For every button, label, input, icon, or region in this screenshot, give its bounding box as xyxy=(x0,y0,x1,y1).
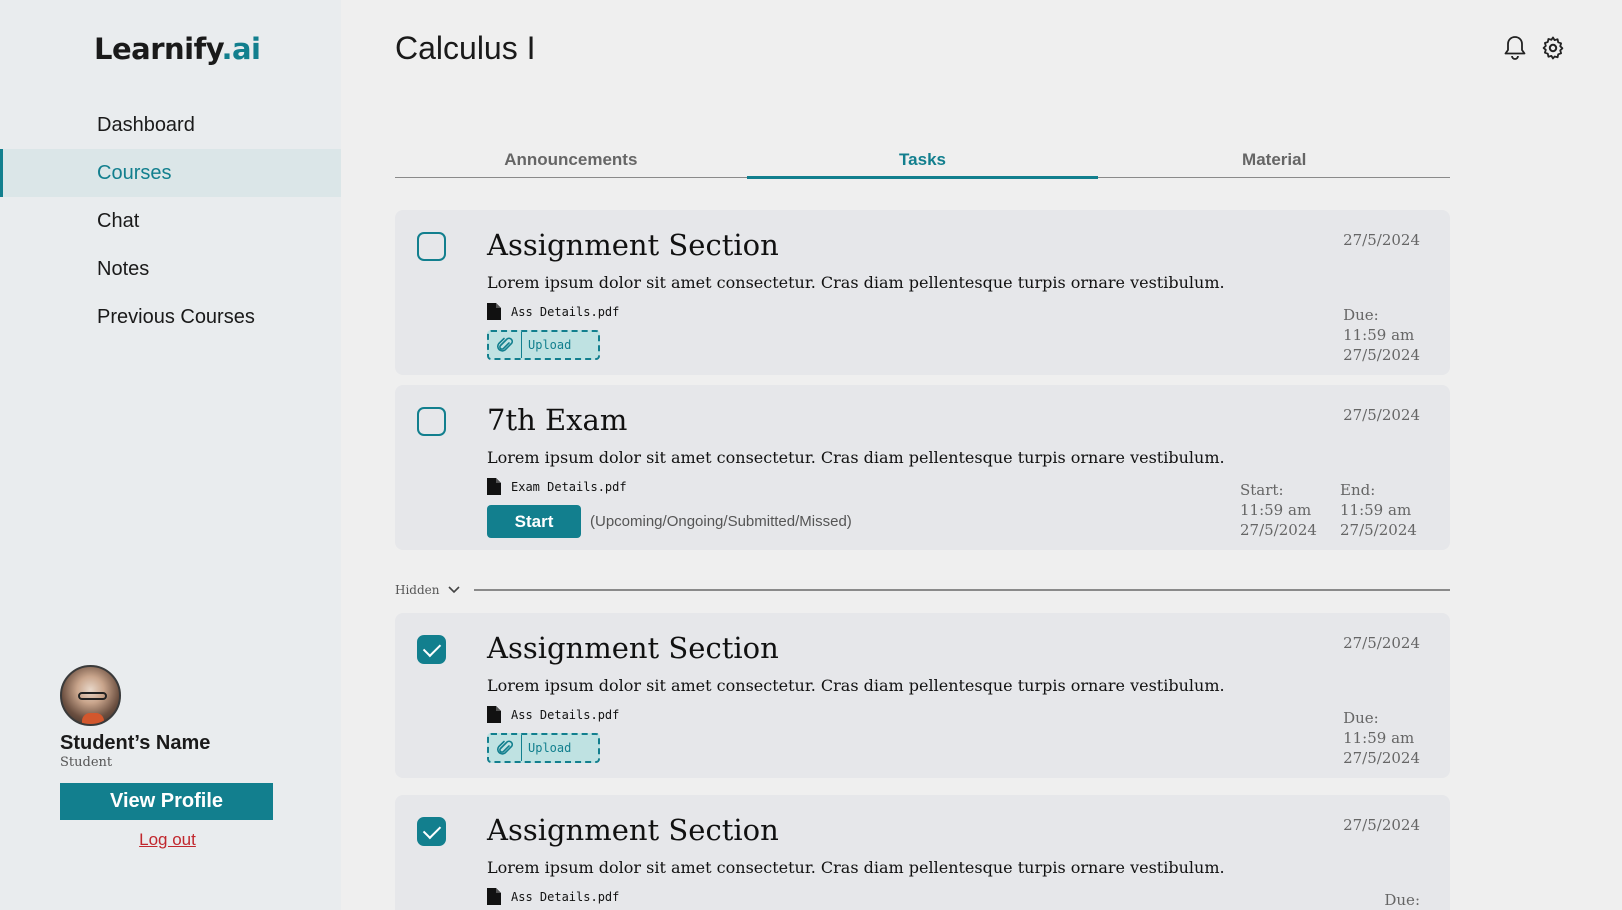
task-checkbox[interactable] xyxy=(417,817,446,846)
due-label: Due: xyxy=(1384,891,1420,909)
sidebar-item-dashboard[interactable]: Dashboard xyxy=(0,101,341,149)
file-name: Exam Details.pdf xyxy=(511,479,627,494)
task-description: Lorem ipsum dolor sit amet consectetur. … xyxy=(487,448,1225,467)
file-name: Ass Details.pdf xyxy=(511,889,620,904)
header-icons xyxy=(1502,35,1566,61)
divider xyxy=(473,589,1450,591)
task-title: 7th Exam xyxy=(487,403,628,437)
file-icon xyxy=(487,478,501,495)
due-date: 27/5/2024 xyxy=(1343,749,1420,767)
logo-name: Learnify xyxy=(94,32,222,66)
hidden-label: Hidden xyxy=(395,583,440,597)
upload-label: Upload xyxy=(528,338,572,352)
upload-label: Upload xyxy=(528,741,572,755)
task-date: 27/5/2024 xyxy=(1343,634,1420,652)
view-profile-button[interactable]: View Profile xyxy=(60,783,273,820)
logout-link[interactable]: Log out xyxy=(60,830,275,850)
task-file[interactable]: Ass Details.pdf xyxy=(487,706,619,723)
task-card: Assignment Section Lorem ipsum dolor sit… xyxy=(395,795,1450,910)
paperclip-icon xyxy=(489,735,522,761)
task-date: 27/5/2024 xyxy=(1343,406,1420,424)
start-info: Start: 11:59 am 27/5/2024 xyxy=(1240,480,1317,540)
hidden-toggle[interactable]: Hidden xyxy=(395,580,1450,600)
file-icon xyxy=(487,303,501,320)
page-title: Calculus I xyxy=(395,30,536,66)
sidebar-item-notes[interactable]: Notes xyxy=(0,245,341,293)
chevron-down-icon xyxy=(447,581,460,599)
due-date: 27/5/2024 xyxy=(1343,346,1420,364)
due-info: Due: 11:59 am 27/5/2024 xyxy=(1343,305,1420,365)
start-heading: Start: xyxy=(1240,481,1284,499)
task-file[interactable]: Exam Details.pdf xyxy=(487,478,627,495)
task-date: 27/5/2024 xyxy=(1343,231,1420,249)
student-name: Student’s Name xyxy=(60,732,211,754)
task-title: Assignment Section xyxy=(487,631,779,665)
task-checkbox[interactable] xyxy=(417,407,446,436)
course-tabs: Announcements Tasks Material xyxy=(395,145,1450,179)
task-checkbox[interactable] xyxy=(417,232,446,261)
logo-suffix: .ai xyxy=(221,32,261,66)
student-role: Student xyxy=(60,755,113,770)
due-label: Due: xyxy=(1343,306,1379,324)
bell-icon[interactable] xyxy=(1502,35,1528,61)
due-time: 11:59 am xyxy=(1343,326,1415,344)
start-date: 27/5/2024 xyxy=(1240,521,1317,539)
start-exam-button[interactable]: Start xyxy=(487,505,581,538)
task-card: Assignment Section Lorem ipsum dolor sit… xyxy=(395,210,1450,375)
sidebar-item-chat[interactable]: Chat xyxy=(0,197,341,245)
sidebar-item-previous-courses[interactable]: Previous Courses xyxy=(0,293,341,341)
task-date: 27/5/2024 xyxy=(1343,816,1420,834)
upload-button[interactable]: Upload xyxy=(487,733,600,763)
file-icon xyxy=(487,706,501,723)
file-name: Ass Details.pdf xyxy=(511,304,620,319)
upload-button[interactable]: Upload xyxy=(487,330,600,360)
avatar[interactable] xyxy=(60,665,121,726)
task-file[interactable]: Ass Details.pdf xyxy=(487,303,619,320)
due-label: Due: xyxy=(1343,709,1379,727)
start-time: 11:59 am xyxy=(1240,501,1312,519)
exam-status: (Upcoming/Ongoing/Submitted/Missed) xyxy=(590,513,852,530)
app-logo[interactable]: Learnify.ai xyxy=(94,32,261,66)
task-checkbox[interactable] xyxy=(417,635,446,664)
task-description: Lorem ipsum dolor sit amet consectetur. … xyxy=(487,676,1225,695)
tab-material[interactable]: Material xyxy=(1098,145,1450,177)
end-info: End: 11:59 am 27/5/2024 xyxy=(1340,480,1417,540)
tab-announcements[interactable]: Announcements xyxy=(395,145,747,177)
paperclip-icon xyxy=(489,332,522,358)
task-description: Lorem ipsum dolor sit amet consectetur. … xyxy=(487,858,1225,877)
tab-tasks[interactable]: Tasks xyxy=(746,145,1099,179)
profile-panel: Student’s Name Student View Profile Log … xyxy=(60,665,275,850)
task-file[interactable]: Ass Details.pdf xyxy=(487,888,619,905)
task-title: Assignment Section xyxy=(487,228,779,262)
sidebar-nav: Dashboard Courses Chat Notes Previous Co… xyxy=(0,101,341,341)
file-name: Ass Details.pdf xyxy=(511,707,620,722)
gear-icon[interactable] xyxy=(1540,35,1566,61)
end-date: 27/5/2024 xyxy=(1340,521,1417,539)
task-card: Assignment Section Lorem ipsum dolor sit… xyxy=(395,613,1450,778)
task-description: Lorem ipsum dolor sit amet consectetur. … xyxy=(487,273,1225,292)
end-time: 11:59 am xyxy=(1340,501,1412,519)
end-heading: End: xyxy=(1340,481,1376,499)
task-card: 7th Exam Lorem ipsum dolor sit amet cons… xyxy=(395,385,1450,550)
sidebar: Learnify.ai Dashboard Courses Chat Notes… xyxy=(0,0,341,910)
file-icon xyxy=(487,888,501,905)
due-info: Due: 11:59 am 27/5/2024 xyxy=(1343,708,1420,768)
task-title: Assignment Section xyxy=(487,813,779,847)
due-info: Due: xyxy=(1384,890,1420,910)
due-time: 11:59 am xyxy=(1343,729,1415,747)
sidebar-item-courses[interactable]: Courses xyxy=(0,149,341,197)
